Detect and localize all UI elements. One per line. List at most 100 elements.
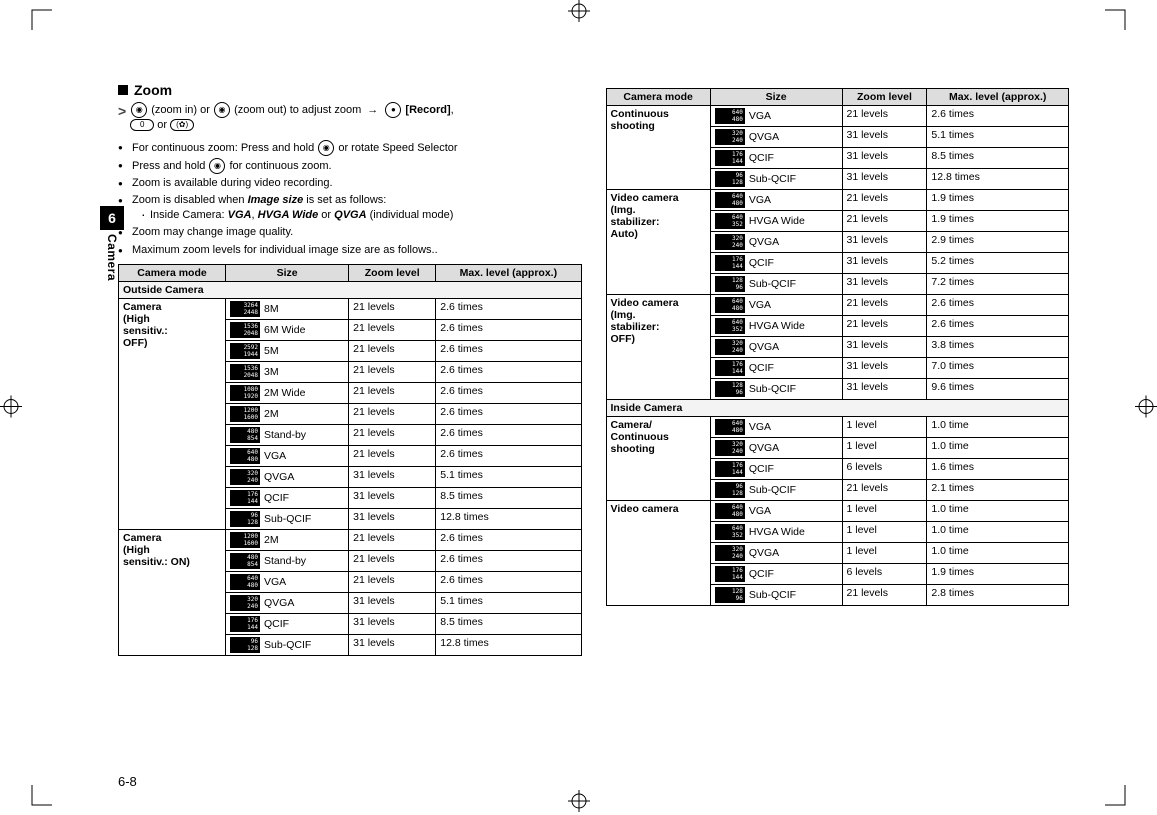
max-cell: 7.2 times [927, 274, 1069, 295]
resolution-chip-icon: 96 128 [715, 482, 745, 498]
size-cell: 480 854Stand-by [226, 424, 349, 445]
registration-mark-icon [568, 0, 590, 25]
size-cell: 1080 19202M Wide [226, 382, 349, 403]
zoom-cell: 31 levels [842, 127, 927, 148]
size-label: Stand-by [264, 555, 306, 567]
size-label: QVGA [749, 236, 779, 248]
record-label: [Record] [405, 104, 450, 116]
max-cell: 8.5 times [436, 487, 581, 508]
size-cell: 320 240QVGA [710, 543, 842, 564]
size-label: QCIF [749, 362, 774, 374]
subhead-outside: Outside Camera [119, 281, 582, 298]
list-item: For continuous zoom: Press and hold ◉ or… [118, 140, 582, 156]
zoom-cell: 21 levels [349, 445, 436, 466]
zoom-cell: 21 levels [349, 403, 436, 424]
step-line: > ◉ (zoom in) or ◉ (zoom out) to adjust … [118, 102, 582, 134]
size-label: QVGA [749, 131, 779, 143]
resolution-chip-icon: 176 144 [230, 490, 260, 506]
zoom-cell: 31 levels [349, 634, 436, 655]
resolution-chip-icon: 640 480 [715, 108, 745, 124]
resolution-chip-icon: 640 480 [715, 419, 745, 435]
size-cell: 320 240QVGA [226, 466, 349, 487]
max-cell: 2.6 times [436, 571, 581, 592]
size-cell: 640 352HVGA Wide [710, 316, 842, 337]
resolution-chip-icon: 2592 1944 [230, 343, 260, 359]
col-zoom: Zoom level [842, 89, 927, 106]
max-cell: 2.6 times [436, 298, 581, 319]
list-item: Zoom is disabled when Image size is set … [118, 193, 582, 223]
zoom-cell: 21 levels [842, 106, 927, 127]
size-label: HVGA Wide [749, 526, 805, 538]
bullet-list: For continuous zoom: Press and hold ◉ or… [118, 140, 582, 258]
resolution-chip-icon: 640 480 [715, 297, 745, 313]
col-zoom: Zoom level [349, 264, 436, 281]
mode-cell: Continuous shooting [606, 106, 710, 190]
zoom-cell: 21 levels [349, 340, 436, 361]
zoom-cell: 1 level [842, 438, 927, 459]
key-camera-icon: (✿) [170, 119, 194, 131]
step-text: (zoom out) to adjust zoom [234, 104, 361, 116]
col-size: Size [226, 264, 349, 281]
size-label: HVGA Wide [749, 320, 805, 332]
zoom-cell: 31 levels [842, 232, 927, 253]
zoom-cell: 1 level [842, 543, 927, 564]
size-cell: 176 144QCIF [710, 358, 842, 379]
zoom-cell: 31 levels [349, 466, 436, 487]
size-cell: 176 144QCIF [710, 253, 842, 274]
max-cell: 2.9 times [927, 232, 1069, 253]
zoom-table-left: Camera mode Size Zoom level Max. level (… [118, 264, 582, 656]
size-cell: 176 144QCIF [710, 148, 842, 169]
col-max: Max. level (approx.) [436, 264, 581, 281]
zoom-cell: 6 levels [842, 564, 927, 585]
chevron-icon: > [118, 102, 126, 122]
max-cell: 2.6 times [927, 316, 1069, 337]
step-text: (zoom in) or [151, 104, 210, 116]
zoom-cell: 21 levels [349, 382, 436, 403]
resolution-chip-icon: 640 352 [715, 524, 745, 540]
size-cell: 176 144QCIF [226, 613, 349, 634]
size-label: QCIF [264, 618, 289, 630]
subhead-inside: Inside Camera [606, 400, 1069, 417]
size-cell: 640 352 HVGA Wide [710, 522, 842, 543]
size-cell: 640 480VGA [710, 501, 842, 522]
size-label: VGA [749, 421, 771, 433]
size-label: VGA [749, 194, 771, 206]
mode-cell: Camera (High sensitiv.: ON) [119, 529, 226, 655]
resolution-chip-icon: 3264 2448 [230, 301, 260, 317]
table-row: Video camera640 480VGA1 level1.0 time [606, 501, 1069, 522]
size-label: VGA [264, 576, 286, 588]
size-label: QCIF [749, 257, 774, 269]
max-cell: 1.0 time [927, 522, 1069, 543]
size-cell: 640 480VGA [710, 190, 842, 211]
zoom-table-right: Camera mode Size Zoom level Max. level (… [606, 88, 1070, 606]
zoom-cell: 21 levels [842, 190, 927, 211]
mode-cell: Video camera (Img. stabilizer: OFF) [606, 295, 710, 400]
max-cell: 2.6 times [436, 445, 581, 466]
size-cell: 640 480 VGA [226, 571, 349, 592]
registration-mark-icon [1135, 395, 1157, 420]
size-label: Sub-QCIF [749, 278, 796, 290]
resolution-chip-icon: 320 240 [715, 234, 745, 250]
chapter-label: Camera [105, 234, 119, 281]
nav-right-icon: ◉ [214, 102, 230, 118]
resolution-chip-icon: 640 352 [715, 213, 745, 229]
size-label: Sub-QCIF [264, 513, 311, 525]
max-cell: 2.6 times [927, 106, 1069, 127]
size-label: QCIF [749, 568, 774, 580]
nav-icon: ◉ [209, 158, 225, 174]
max-cell: 3.8 times [927, 337, 1069, 358]
zoom-cell: 21 levels [349, 529, 436, 550]
max-cell: 7.0 times [927, 358, 1069, 379]
max-cell: 1.0 time [927, 417, 1069, 438]
size-label: 3M [264, 366, 279, 378]
zoom-cell: 31 levels [349, 487, 436, 508]
col-size: Size [710, 89, 842, 106]
resolution-chip-icon: 128 96 [715, 587, 745, 603]
max-cell: 5.1 times [436, 466, 581, 487]
resolution-chip-icon: 640 480 [230, 574, 260, 590]
mode-cell: Video camera (Img. stabilizer: Auto) [606, 190, 710, 295]
size-label: 6M Wide [264, 324, 305, 336]
nav-icon: ◉ [318, 140, 334, 156]
list-item: Press and hold ◉ for continuous zoom. [118, 158, 582, 174]
arrow-icon: → [367, 104, 378, 116]
